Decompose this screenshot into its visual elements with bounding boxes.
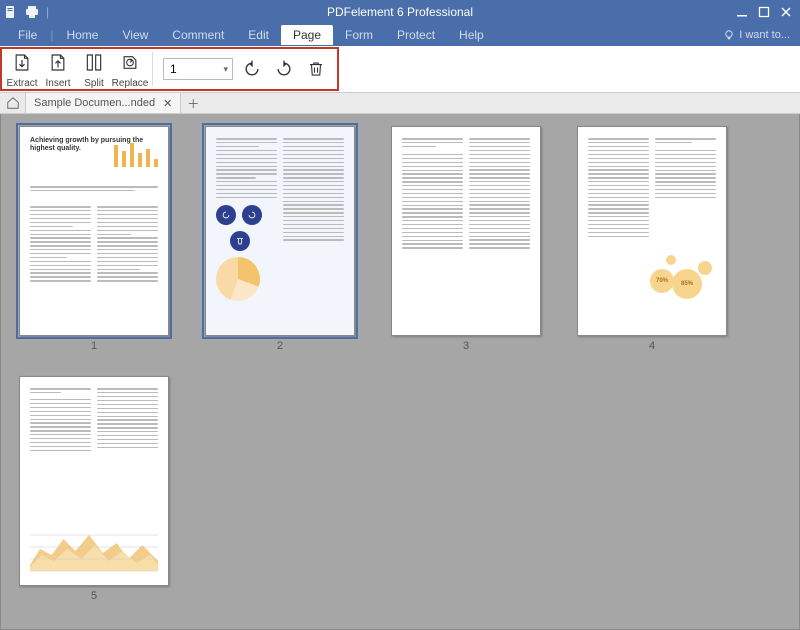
home-icon [6, 96, 20, 110]
app-title: PDFelement 6 Professional [327, 5, 473, 19]
page-thumb-5[interactable]: 5 [19, 376, 169, 602]
tab-document[interactable]: Sample Documen...nded ✕ [26, 93, 181, 113]
page-tools-highlight: Extract Insert Split Replace 1 ▾ [0, 47, 339, 91]
insert-icon [48, 49, 68, 76]
menu-help[interactable]: Help [447, 25, 496, 45]
replace-icon [120, 49, 140, 76]
chevron-down-icon: ▾ [223, 64, 228, 75]
tab-close-button[interactable]: ✕ [163, 97, 172, 110]
i-want-to[interactable]: I want to... [723, 29, 790, 41]
split-icon [84, 49, 104, 76]
extract-button[interactable]: Extract [4, 49, 40, 89]
pie-chart-icon [216, 257, 260, 301]
menu-form[interactable]: Form [333, 25, 385, 45]
replace-button[interactable]: Replace [112, 49, 148, 89]
bulb-icon [723, 29, 735, 41]
menu-view[interactable]: View [110, 25, 160, 45]
title-bar: | PDFelement 6 Professional [0, 0, 800, 24]
menu-page[interactable]: Page [281, 25, 333, 45]
extract-icon [12, 49, 32, 76]
menu-protect[interactable]: Protect [385, 25, 447, 45]
rotate-left-icon [242, 59, 262, 79]
page-thumb-4[interactable]: 70% 85% 4 [577, 126, 727, 352]
new-tab-button[interactable]: ＋ [181, 93, 205, 113]
rotate-right-button[interactable] [271, 56, 297, 82]
menu-file[interactable]: File [6, 25, 49, 45]
trash-icon [230, 231, 250, 251]
print-icon[interactable] [24, 5, 40, 19]
maximize-button[interactable] [754, 3, 774, 21]
separator [152, 52, 153, 86]
close-button[interactable] [776, 3, 796, 21]
app-icon [4, 5, 18, 19]
area-chart-icon [30, 515, 158, 575]
minimize-button[interactable] [732, 3, 752, 21]
rotate-right-icon [242, 205, 262, 225]
menu-home[interactable]: Home [54, 25, 110, 45]
page-thumb-2[interactable]: 2 [205, 126, 355, 352]
rotate-left-button[interactable] [239, 56, 265, 82]
tabs-home-button[interactable] [0, 93, 26, 113]
page-thumb-3[interactable]: 3 [391, 126, 541, 352]
menu-edit[interactable]: Edit [236, 25, 281, 45]
delete-page-button[interactable] [303, 56, 329, 82]
page-thumbnails-view[interactable]: Achieving growth by pursuing the highest… [0, 114, 800, 630]
rotate-right-icon [274, 59, 294, 79]
page-number-input[interactable]: 1 ▾ [163, 58, 233, 80]
trash-icon [307, 59, 325, 79]
menu-bar: File| Home View Comment Edit Page Form P… [0, 24, 800, 46]
insert-button[interactable]: Insert [40, 49, 76, 89]
rotate-left-icon [216, 205, 236, 225]
bubble-chart-icon: 70% 85% [650, 249, 716, 299]
ribbon: Extract Insert Split Replace 1 ▾ [0, 46, 800, 92]
split-button[interactable]: Split [76, 49, 112, 89]
document-tabs: Sample Documen...nded ✕ ＋ [0, 92, 800, 114]
menu-comment[interactable]: Comment [160, 25, 236, 45]
page-thumb-1[interactable]: Achieving growth by pursuing the highest… [19, 126, 169, 352]
